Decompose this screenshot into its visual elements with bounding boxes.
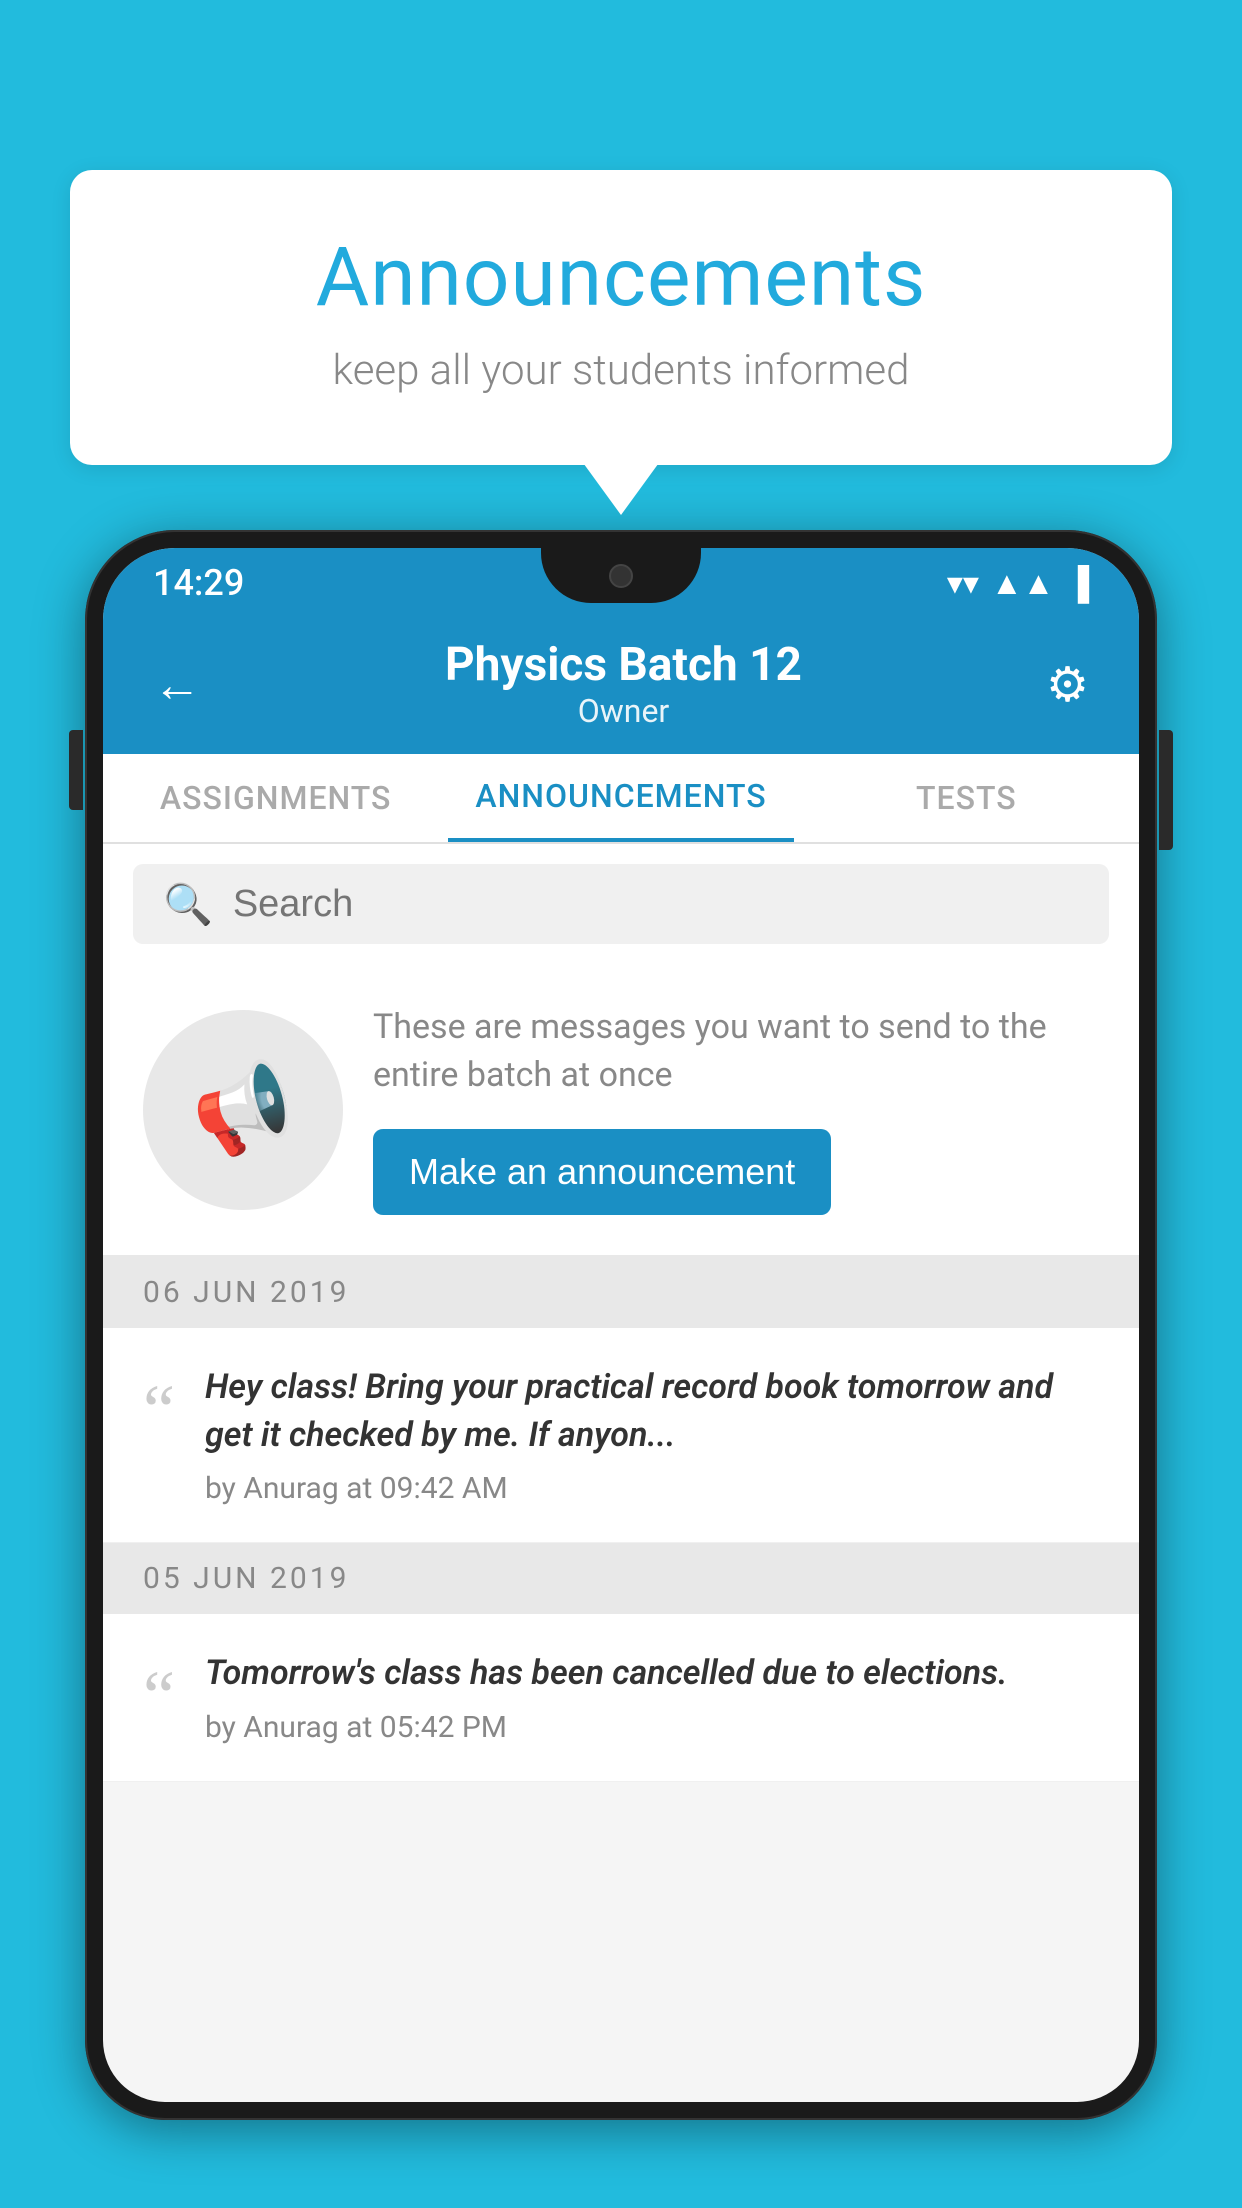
tab-announcements[interactable]: ANNOUNCEMENTS — [448, 754, 793, 842]
bubble-title: Announcements — [150, 230, 1092, 326]
app-header: ← Physics Batch 12 Owner ⚙ — [103, 618, 1139, 754]
phone-screen: 14:29 ▾▾ ▲▲ ▐ ← Physics Batch 12 Owner ⚙… — [103, 548, 1139, 2102]
search-bar[interactable]: 🔍 — [133, 864, 1109, 944]
announcement-meta-1: by Anurag at 09:42 AM — [205, 1471, 1099, 1506]
battery-icon: ▐ — [1066, 564, 1089, 602]
speech-bubble-container: Announcements keep all your students inf… — [70, 170, 1172, 465]
status-icons: ▾▾ ▲▲ ▐ — [947, 564, 1089, 602]
quote-icon-1: “ — [143, 1374, 175, 1446]
settings-gear-icon[interactable]: ⚙ — [1046, 656, 1089, 713]
promo-right: These are messages you want to send to t… — [373, 1004, 1099, 1215]
quote-icon-2: “ — [143, 1660, 175, 1732]
signal-icon: ▲▲ — [991, 564, 1054, 602]
search-input[interactable] — [233, 883, 1079, 926]
phone-outer: 14:29 ▾▾ ▲▲ ▐ ← Physics Batch 12 Owner ⚙… — [85, 530, 1157, 2120]
announcement-item-1: “ Hey class! Bring your practical record… — [103, 1328, 1139, 1543]
header-subtitle: Owner — [445, 692, 802, 730]
tab-assignments[interactable]: ASSIGNMENTS — [103, 754, 448, 842]
back-button[interactable]: ← — [153, 656, 201, 713]
announcement-item-2: “ Tomorrow's class has been cancelled du… — [103, 1614, 1139, 1782]
megaphone-icon: 📢 — [183, 1051, 304, 1168]
make-announcement-button[interactable]: Make an announcement — [373, 1129, 831, 1215]
search-bar-container: 🔍 — [103, 844, 1139, 964]
status-time: 14:29 — [153, 562, 244, 604]
announcement-text-2: Tomorrow's class has been cancelled due … — [205, 1650, 1007, 1698]
promo-description: These are messages you want to send to t… — [373, 1004, 1099, 1099]
tabs-bar: ASSIGNMENTS ANNOUNCEMENTS TESTS — [103, 754, 1139, 844]
phone-mockup: 14:29 ▾▾ ▲▲ ▐ ← Physics Batch 12 Owner ⚙… — [85, 530, 1157, 2208]
date-separator-1: 06 JUN 2019 — [103, 1257, 1139, 1328]
announcement-content-2: Tomorrow's class has been cancelled due … — [205, 1650, 1007, 1745]
speech-bubble: Announcements keep all your students inf… — [70, 170, 1172, 465]
search-icon: 🔍 — [163, 881, 213, 928]
promo-section: 📢 These are messages you want to send to… — [103, 964, 1139, 1257]
header-center: Physics Batch 12 Owner — [445, 638, 802, 730]
front-camera — [609, 564, 633, 588]
wifi-icon: ▾▾ — [947, 564, 979, 602]
promo-icon-circle: 📢 — [143, 1010, 343, 1210]
announcement-text-1: Hey class! Bring your practical record b… — [205, 1364, 1099, 1459]
tab-tests[interactable]: TESTS — [794, 754, 1139, 842]
announcement-meta-2: by Anurag at 05:42 PM — [205, 1710, 1007, 1745]
date-separator-2: 05 JUN 2019 — [103, 1543, 1139, 1614]
header-title: Physics Batch 12 — [445, 638, 802, 692]
bubble-subtitle: keep all your students informed — [150, 346, 1092, 395]
phone-notch — [541, 548, 701, 603]
announcement-content-1: Hey class! Bring your practical record b… — [205, 1364, 1099, 1506]
